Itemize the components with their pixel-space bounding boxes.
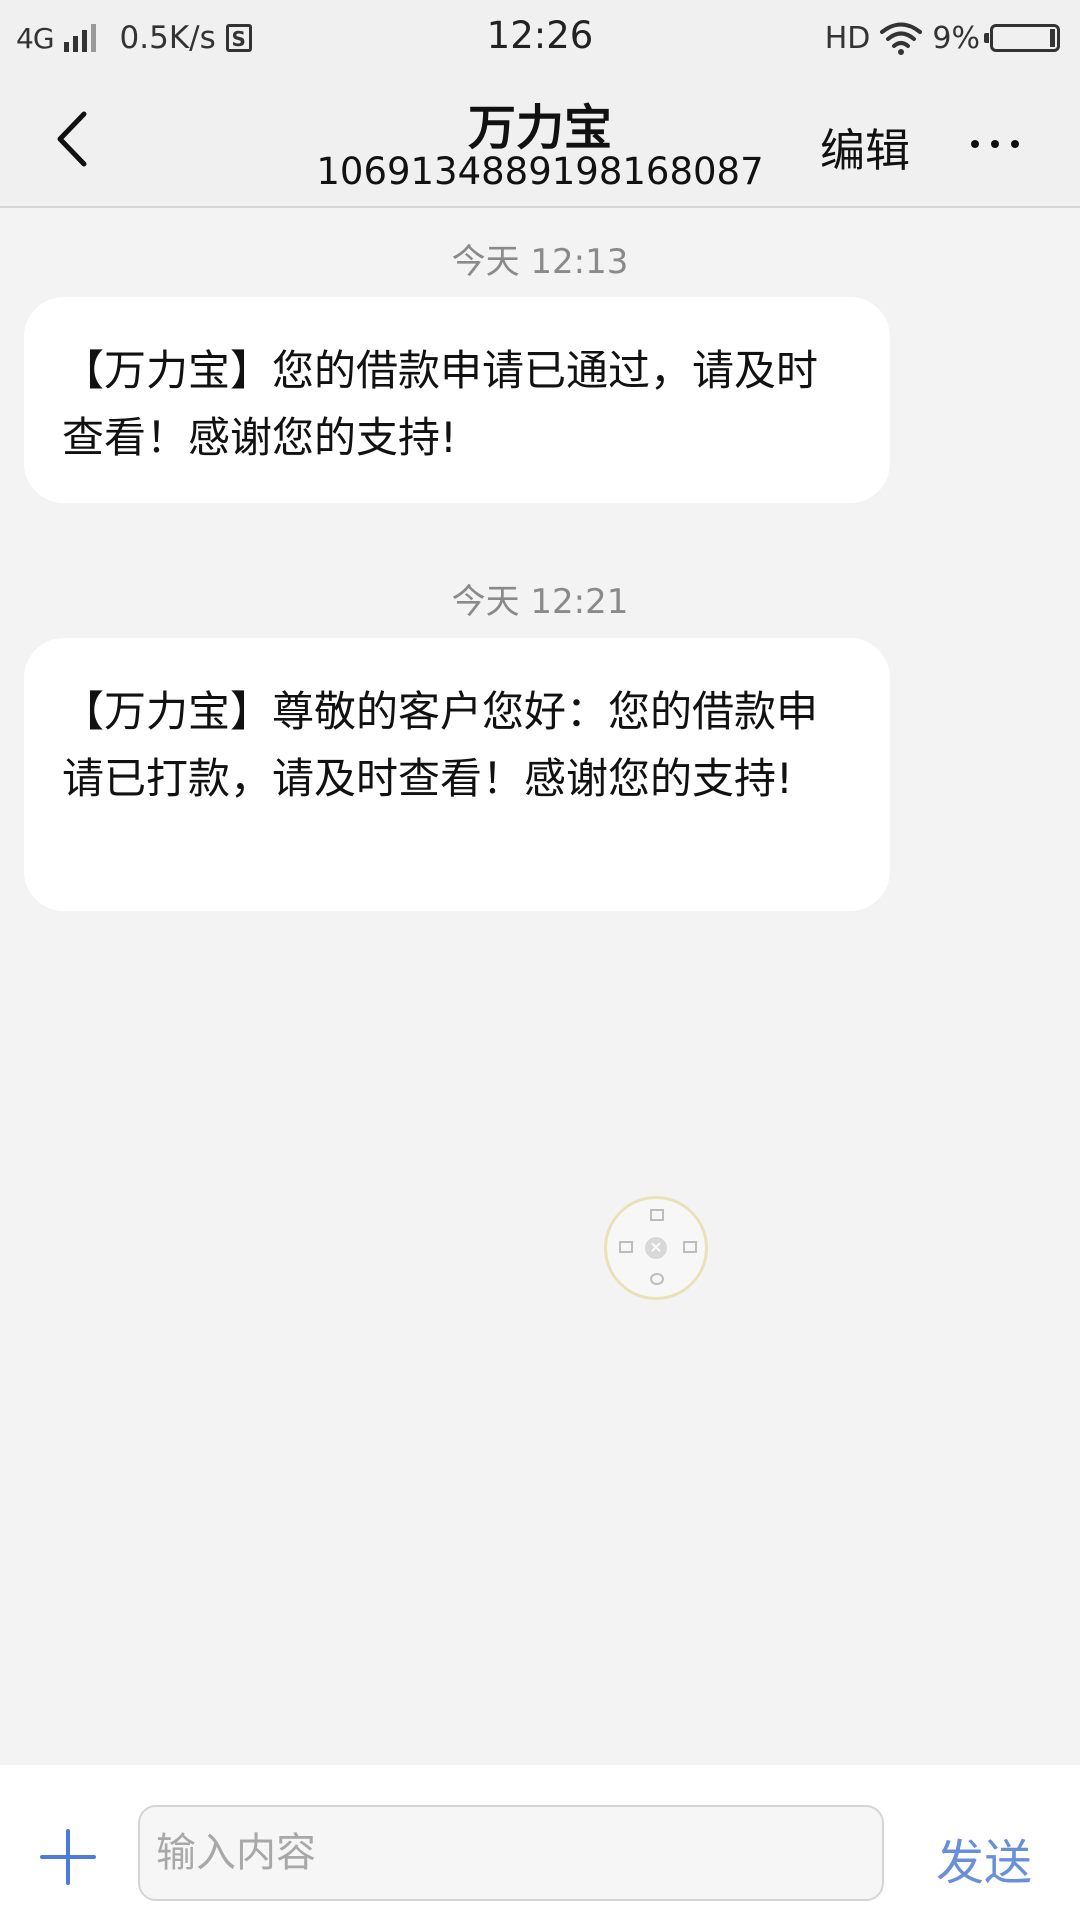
edit-button[interactable]: 编辑 [820,114,910,179]
wifi-icon [880,22,923,55]
status-right: HD 9% [825,16,1060,60]
widget-right-icon [683,1241,697,1253]
message-input[interactable] [138,1805,884,1901]
battery-fill [1050,29,1055,47]
status-bar: 4G 0.5K/s S 12:26 HD 9% [0,0,1080,76]
battery-icon [984,24,1060,52]
message-timestamp: 今天 12:13 [451,242,629,282]
dot [1011,140,1019,148]
hd-indicator: HD [824,20,871,56]
contact-name: 万力宝 [467,100,612,156]
message-bubble[interactable]: 【万力宝】您的借款申请已通过，请及时查看！感谢您的支持! [24,297,890,503]
widget-top-icon [650,1209,664,1221]
more-dots-icon[interactable] [950,114,1040,174]
composer-bar: 发送 [0,1765,1080,1920]
floating-assist-widget[interactable]: ✕ [604,1196,708,1300]
plus-icon[interactable] [40,1829,96,1885]
widget-left-icon [619,1241,633,1253]
message-timestamp: 今天 12:21 [451,582,629,622]
close-icon[interactable]: ✕ [645,1237,667,1259]
dot [971,140,979,148]
contact-number: 1069134889198168087 [316,150,764,193]
message-bubble[interactable]: 【万力宝】尊敬的客户您好：您的借款申请已打款，请及时查看！感谢您的支持! [24,638,890,911]
dot [991,140,999,148]
send-button[interactable]: 发送 [936,1823,1032,1893]
widget-bottom-icon [650,1273,664,1285]
conversation-header: 万力宝 1069134889198168087 编辑 [0,76,1080,208]
battery-percent: 9% [932,20,980,56]
